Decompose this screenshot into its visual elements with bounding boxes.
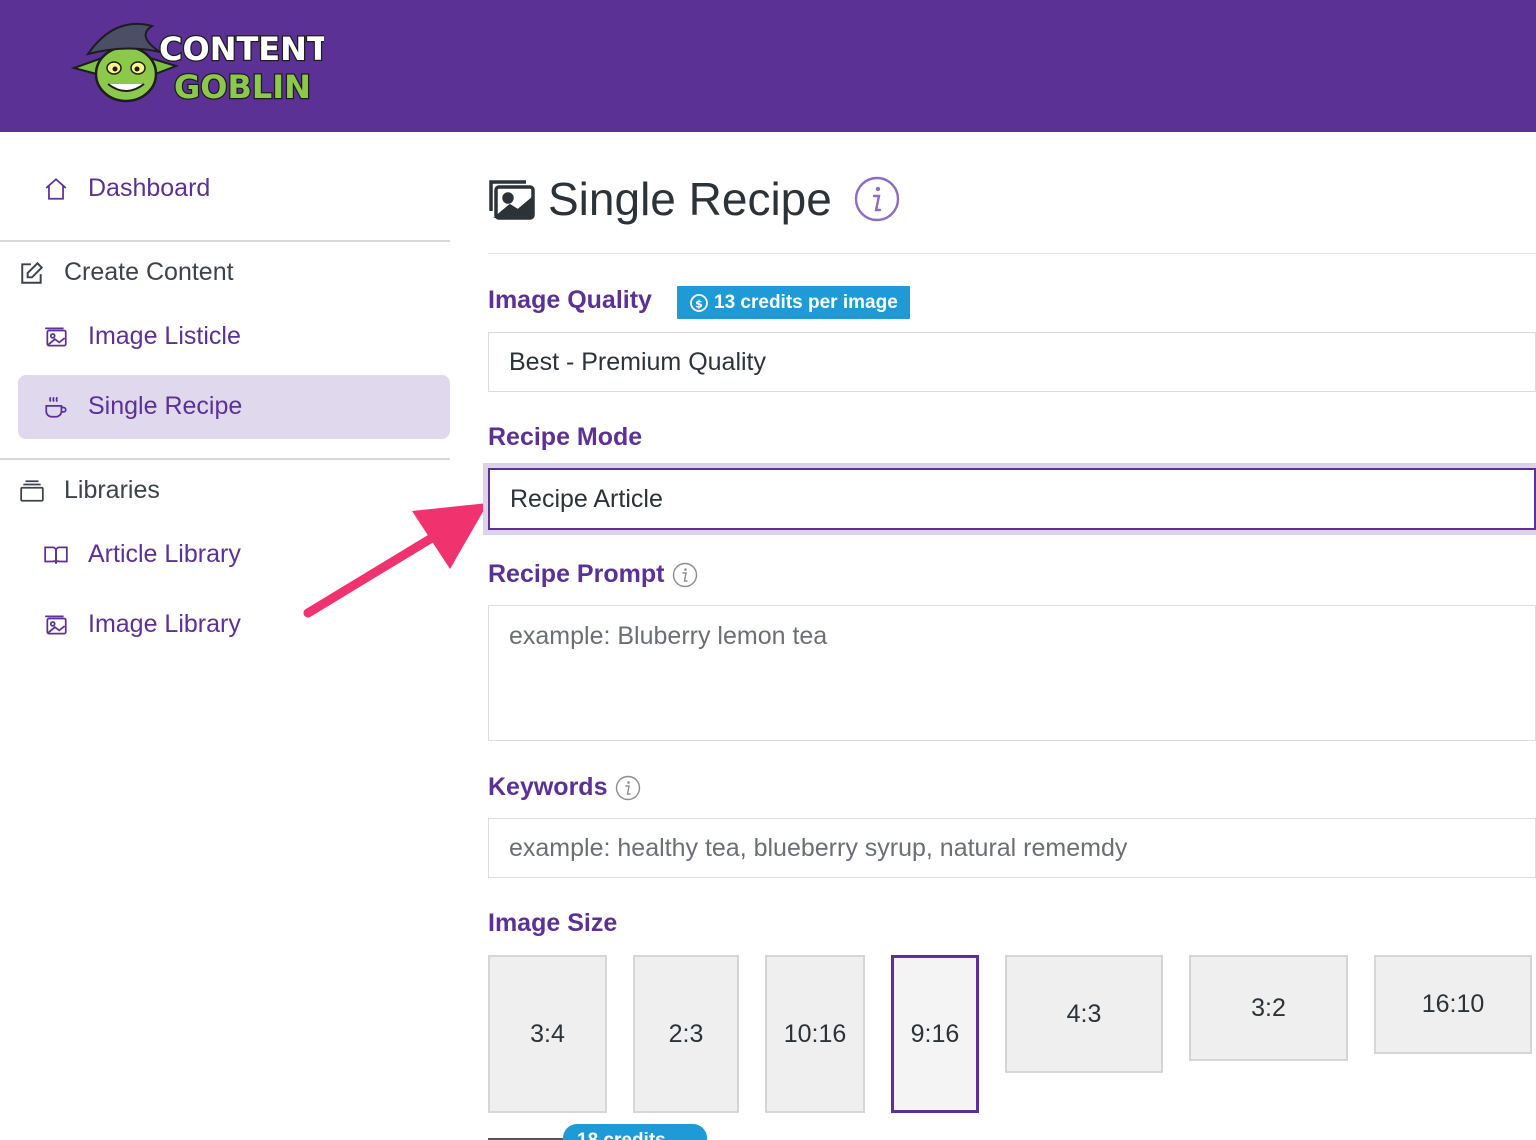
size-option-label: 4:3 [1066, 999, 1102, 1028]
size-option-9-16[interactable]: 9:16 [891, 955, 979, 1113]
info-icon[interactable] [672, 562, 698, 588]
info-icon[interactable] [854, 176, 900, 222]
keywords-placeholder: example: healthy tea, blueberry syrup, n… [509, 833, 1128, 862]
size-option-3-4[interactable]: 3:4 [488, 955, 607, 1113]
sidebar-section-libraries: Libraries [18, 476, 160, 505]
svg-text:CONTENT: CONTENT [159, 30, 324, 68]
bottom-credits-badge: 18 credits [563, 1124, 707, 1140]
page-title: Single Recipe [488, 172, 900, 226]
sidebar-item-dashboard[interactable]: Dashboard [42, 174, 210, 203]
recipe-mode-value: Recipe Article [510, 484, 663, 513]
image-icon [42, 323, 70, 351]
recipe-prompt-textarea[interactable]: example: Bluberry lemon tea [488, 605, 1536, 741]
sidebar-item-label: Image Library [88, 610, 241, 638]
sidebar-item-image-library[interactable]: Image Library [42, 610, 241, 639]
size-option-label: 3:4 [530, 1019, 565, 1048]
annotation-arrow [300, 495, 500, 625]
image-size-label-text: Image Size [488, 909, 618, 937]
size-option-3-2[interactable]: 3:2 [1189, 955, 1348, 1061]
sidebar-divider [0, 458, 450, 460]
content-goblin-logo[interactable]: CONTENT GOBLIN [64, 18, 324, 108]
image-icon [488, 177, 536, 221]
sidebar-item-label: Article Library [88, 540, 241, 568]
keywords-label: Keywords [488, 773, 641, 802]
size-option-label: 9:16 [910, 1019, 960, 1048]
size-option-4-3[interactable]: 4:3 [1005, 955, 1163, 1073]
size-option-10-16[interactable]: 10:16 [765, 955, 865, 1113]
size-option-label: 3:2 [1251, 993, 1286, 1022]
sidebar-item-label: Single Recipe [88, 392, 243, 420]
sidebar-item-image-listicle[interactable]: Image Listicle [42, 322, 241, 351]
size-option-label: 16:10 [1421, 990, 1485, 1018]
size-option-label: 2:3 [668, 1019, 704, 1048]
sidebar: Dashboard Create Content Image Listicle … [0, 132, 450, 1140]
svg-text:GOBLIN: GOBLIN [174, 68, 311, 106]
main-content: Single Recipe Image Quality $ 13 credits… [488, 132, 1536, 1140]
coin-icon: $ [689, 293, 709, 313]
credits-badge: $ 13 credits per image [677, 286, 910, 319]
image-quality-value: Best - Premium Quality [509, 347, 767, 376]
sidebar-section-label: Create Content [64, 258, 234, 286]
image-quality-select[interactable]: Best - Premium Quality [488, 332, 1536, 392]
home-icon [42, 175, 70, 203]
sidebar-divider [0, 240, 450, 242]
recipe-prompt-placeholder: example: Bluberry lemon tea [509, 622, 828, 650]
recipe-mode-label-text: Recipe Mode [488, 423, 643, 451]
image-quality-label: Image Quality [488, 286, 652, 315]
sidebar-section-create-content: Create Content [18, 258, 234, 287]
stack-icon [18, 477, 46, 505]
coffee-cup-icon [42, 393, 70, 421]
recipe-prompt-label: Recipe Prompt [488, 560, 698, 589]
size-option-2-3[interactable]: 2:3 [633, 955, 739, 1113]
top-bar: CONTENT GOBLIN [0, 0, 1536, 132]
sidebar-item-label: Image Listicle [88, 322, 241, 350]
info-icon[interactable] [615, 775, 641, 801]
image-size-label: Image Size [488, 909, 617, 938]
book-icon [42, 541, 70, 569]
credits-badge-text: 13 credits per image [714, 291, 898, 313]
sidebar-section-label: Libraries [64, 476, 160, 504]
title-divider [488, 253, 1536, 254]
svg-text:$: $ [695, 297, 703, 310]
bottom-credits-badge-text: 18 credits [577, 1130, 666, 1140]
recipe-mode-label: Recipe Mode [488, 423, 642, 452]
size-option-label: 10:16 [783, 1019, 847, 1048]
sidebar-item-article-library[interactable]: Article Library [42, 540, 241, 569]
image-icon [42, 611, 70, 639]
image-quality-label-text: Image Quality [488, 286, 652, 314]
recipe-mode-select[interactable]: Recipe Article [488, 468, 1536, 530]
sidebar-item-single-recipe[interactable]: Single Recipe [42, 392, 242, 421]
goblin-logo-icon: CONTENT GOBLIN [70, 22, 324, 107]
edit-icon [18, 259, 46, 287]
keywords-label-text: Keywords [488, 773, 608, 801]
arrow-icon [303, 503, 488, 618]
sidebar-item-label: Dashboard [88, 174, 211, 202]
keywords-input[interactable]: example: healthy tea, blueberry syrup, n… [488, 818, 1536, 878]
recipe-prompt-label-text: Recipe Prompt [488, 560, 665, 588]
size-option-16-10[interactable]: 16:10 [1374, 955, 1532, 1054]
page-title-text: Single Recipe [548, 173, 832, 225]
